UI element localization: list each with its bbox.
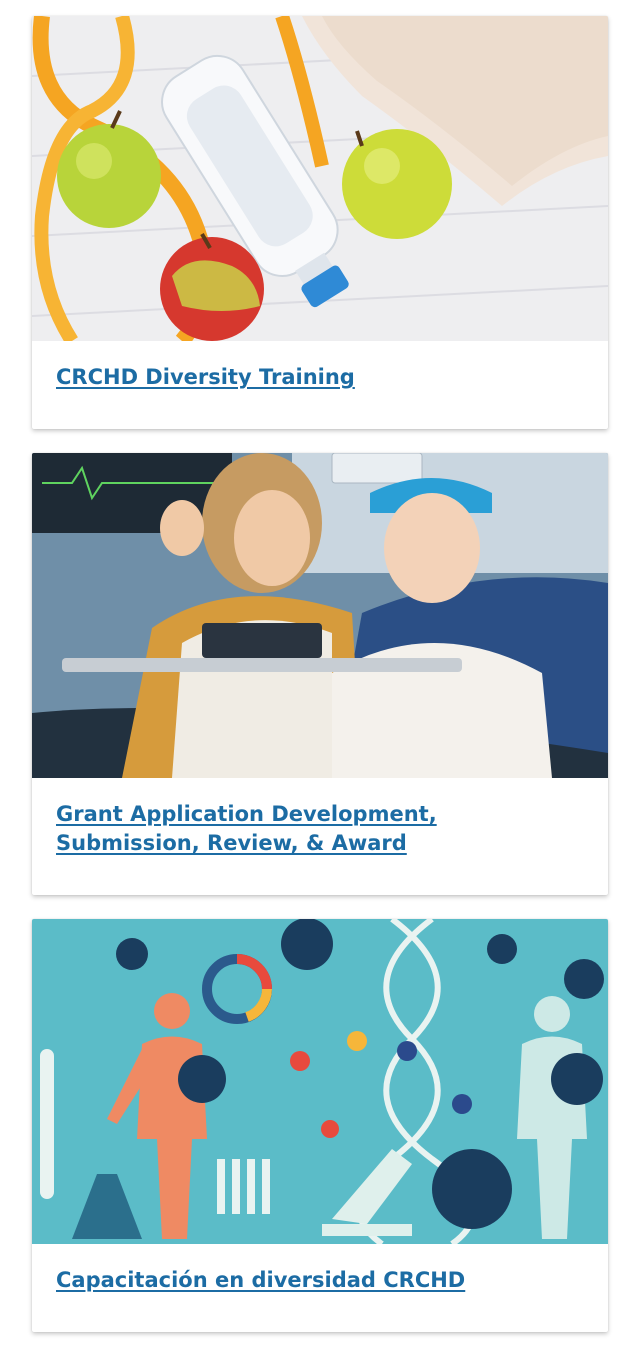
card-capacitacion-diversidad[interactable]: Capacitación en diversidad CRCHD	[32, 919, 608, 1332]
card-title-link[interactable]: Capacitación en diversidad CRCHD	[56, 1266, 584, 1295]
card-crchd-diversity-training[interactable]: CRCHD Diversity Training	[32, 16, 608, 429]
card-list: CRCHD Diversity Training Grant Applicati…	[0, 0, 640, 1348]
card-grant-application[interactable]: Grant Application Development, Submissio…	[32, 453, 608, 895]
card-title-link[interactable]: CRCHD Diversity Training	[56, 363, 584, 392]
healthy-lifestyle-drawing	[32, 16, 608, 341]
healthy-lifestyle-image[interactable]	[32, 16, 608, 341]
card-title-link[interactable]: Grant Application Development, Submissio…	[56, 800, 584, 858]
science-illustration-image[interactable]	[32, 919, 608, 1244]
patient-video-call-drawing	[32, 453, 608, 778]
science-illustration-drawing	[32, 919, 608, 1244]
patient-video-call-image[interactable]	[32, 453, 608, 778]
